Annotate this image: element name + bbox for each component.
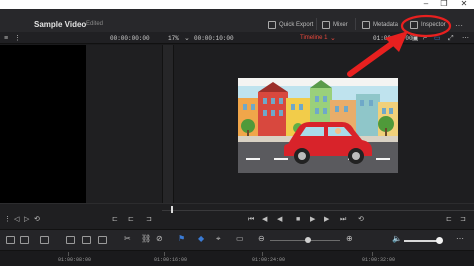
track-icon[interactable] [20,236,29,244]
viewer-scrubber[interactable] [162,210,474,211]
insert-icon[interactable] [40,236,49,244]
timeline-zoom-knob[interactable] [305,237,311,243]
out-point-icon[interactable]: ⊐ [460,216,466,224]
ruler-label: 01:00:32:00 [362,257,396,263]
selection-icon[interactable]: ⌖ [216,234,221,244]
mark-out-icon[interactable]: ⊐ [146,216,152,224]
in-point-icon[interactable]: ⊏ [446,216,452,224]
annotation-circle [400,14,452,38]
speaker-icon[interactable]: 🔈 [392,234,402,243]
flag-icon[interactable]: ⚑ [178,234,185,243]
stop-icon[interactable]: ◁ [14,216,19,224]
zoom-fit-icon[interactable]: ▭ [236,234,244,243]
zoom-out-icon[interactable]: ⊖ [258,234,265,243]
playhead[interactable] [171,206,173,213]
go-to-end-icon[interactable]: ⏭ [340,216,346,224]
replace-icon[interactable] [82,236,91,244]
snap-icon[interactable]: ⊘ [156,234,163,243]
blade-icon[interactable]: ✂ [124,234,131,243]
zoom-in-icon[interactable]: ⊕ [346,234,353,243]
volume-slider[interactable] [404,240,440,242]
jog-icon[interactable]: ⋮ [4,216,11,224]
stop-button-icon[interactable]: ■ [296,216,300,224]
ruler-label: 01:00:08:00 [58,257,92,263]
play-icon[interactable]: ▶ [310,216,315,224]
layout-icon[interactable] [6,236,15,244]
annotation-arrow-shaft [347,37,400,77]
audio-options-icon[interactable]: ⋯ [456,234,464,243]
link-icon[interactable]: ⛓ [141,234,151,243]
transport-bar [0,203,474,229]
ruler-label: 01:00:16:00 [154,257,188,263]
volume-knob[interactable] [436,237,443,244]
mark-in-icon[interactable]: ⊏ [128,216,134,224]
fit-to-fill-icon[interactable] [98,236,107,244]
ruler-tick [372,252,373,256]
loop-icon[interactable]: ⟲ [34,216,40,224]
match-frame-icon[interactable]: ⊏ [112,216,118,224]
ruler-tick [68,252,69,256]
reverse-play-icon[interactable]: ◀ [277,216,282,224]
overwrite-icon[interactable] [66,236,75,244]
ruler-label: 01:00:24:00 [252,257,286,263]
go-to-start-icon[interactable]: ⏮ [248,216,254,224]
ruler-tick [262,252,263,256]
play-reverse-icon[interactable]: ▷ [24,216,29,224]
loop-playback-icon[interactable]: ⟲ [358,216,364,224]
next-frame-icon[interactable]: ▶ [324,216,329,224]
marker-icon[interactable]: ◆ [198,234,204,243]
previous-frame-icon[interactable]: ◀ [262,216,267,224]
ruler-tick [164,252,165,256]
